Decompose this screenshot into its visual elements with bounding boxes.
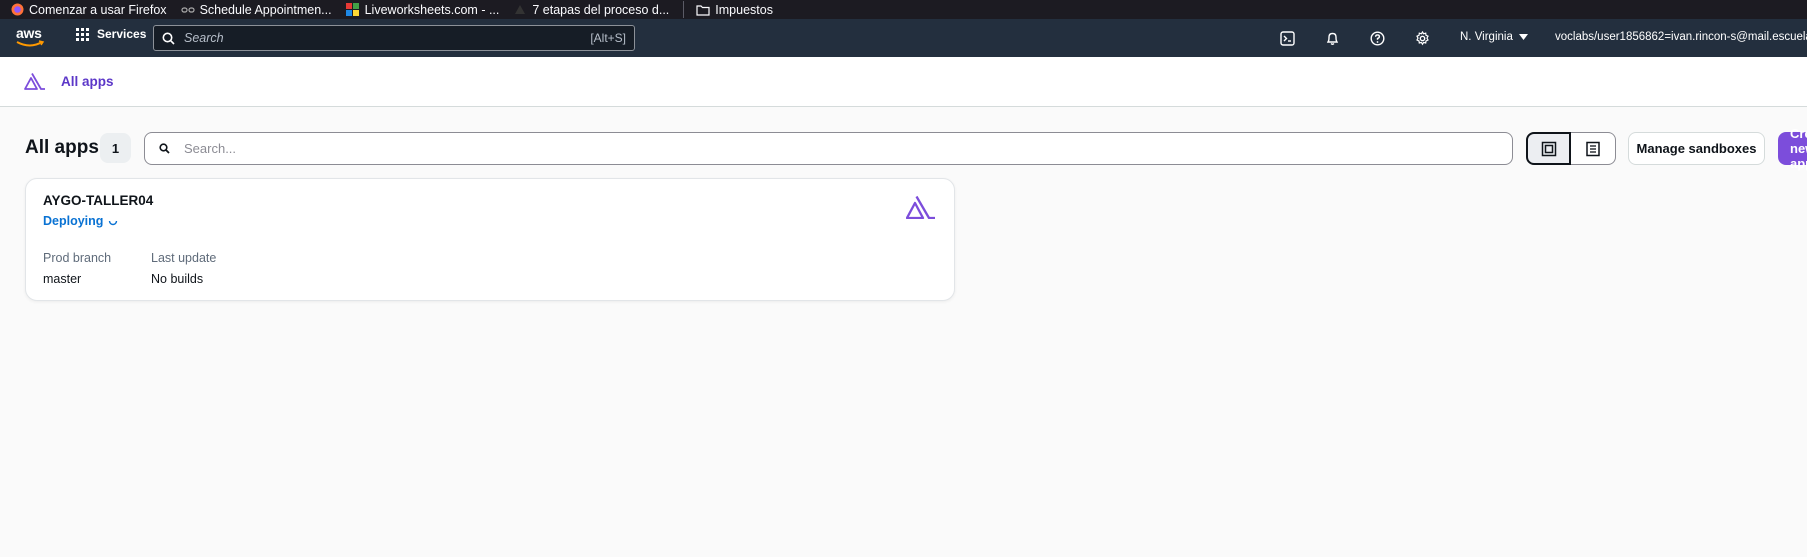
bookmarks-toolbar: Comenzar a usar Firefox Schedule Appoint…: [0, 0, 1807, 19]
search-shortcut: [Alt+S]: [590, 31, 626, 45]
aws-logo[interactable]: aws: [16, 25, 46, 49]
app-search-placeholder: Search...: [184, 141, 237, 156]
search-icon: [162, 32, 175, 45]
services-label: Services: [97, 27, 147, 41]
aws-smile-icon: [16, 40, 45, 47]
folder-icon: [696, 3, 710, 17]
liveworksheets-icon: [346, 3, 360, 17]
page-title: All apps: [25, 137, 99, 158]
bookmark-label: Impuestos: [715, 2, 773, 17]
app-name[interactable]: AYGO-TALLER04: [43, 193, 153, 208]
aws-logo-text: aws: [16, 25, 42, 41]
prod-branch-value: master: [43, 272, 82, 286]
bookmark-folder-impuestos[interactable]: Impuestos: [696, 3, 773, 17]
view-toggle: [1526, 132, 1616, 165]
last-update-label: Last update: [151, 251, 217, 265]
account-menu[interactable]: voclabs/user1856862=ivan.rincon-s@mail.e…: [1555, 31, 1807, 43]
bookmark-label: Schedule Appointmen...: [199, 2, 332, 17]
search-placeholder: Search: [184, 31, 224, 45]
page-icon: [513, 3, 527, 17]
breadcrumb-all-apps[interactable]: All apps: [61, 74, 114, 89]
last-update-value: No builds: [151, 272, 204, 286]
bookmark-etapas[interactable]: 7 etapas del proceso d...: [513, 3, 669, 17]
amplify-logo-icon[interactable]: [24, 72, 46, 90]
create-new-app-button[interactable]: Create new app: [1778, 126, 1807, 171]
account-label: voclabs/user1856862=ivan.rincon-s@mail.e…: [1555, 31, 1807, 43]
amplify-logo-icon: [906, 195, 935, 219]
app-card[interactable]: AYGO-TALLER04 Deploying Prod branch mast…: [25, 178, 955, 301]
card-view-button[interactable]: [1526, 132, 1571, 165]
bookmark-separator: [683, 1, 685, 18]
grid-icon: [76, 27, 89, 41]
help-icon[interactable]: [1368, 29, 1386, 47]
firefox-icon: [10, 3, 24, 17]
cloudshell-icon[interactable]: [1278, 29, 1296, 47]
bookmark-label: Comenzar a usar Firefox: [29, 2, 167, 17]
app-header: All apps: [0, 57, 1807, 107]
link-icon: [180, 3, 195, 17]
card-view-icon: [1541, 141, 1556, 156]
spinner-icon: [109, 220, 118, 226]
list-view-button[interactable]: [1571, 132, 1616, 165]
gear-icon[interactable]: [1413, 29, 1431, 47]
bookmark-label: Liveworksheets.com - ...: [364, 2, 500, 17]
region-label: N. Virginia: [1460, 31, 1513, 43]
region-selector[interactable]: N. Virginia: [1460, 31, 1528, 43]
prod-branch-label: Prod branch: [43, 251, 112, 265]
bookmark-schedule[interactable]: Schedule Appointmen...: [180, 2, 332, 17]
services-menu-button[interactable]: Services: [76, 27, 146, 41]
app-search-input[interactable]: Search...: [144, 132, 1513, 165]
bookmark-liveworksheets[interactable]: Liveworksheets.com - ...: [346, 2, 500, 17]
last-update-field: Last update No builds: [151, 251, 216, 286]
app-count-badge: 1: [100, 133, 131, 163]
prod-branch-field: Prod branch master: [43, 251, 111, 286]
caret-down-icon: [1518, 34, 1528, 40]
app-status-label: Deploying: [43, 214, 104, 228]
manage-sandboxes-button[interactable]: Manage sandboxes: [1628, 132, 1765, 165]
bookmark-label: 7 etapas del proceso d...: [532, 2, 670, 17]
bell-icon[interactable]: [1323, 29, 1341, 47]
global-search-input[interactable]: Search [Alt+S]: [153, 25, 635, 51]
aws-top-nav: aws Services Search [Alt+S] N. Virginia …: [0, 19, 1807, 57]
list-view-icon: [1586, 141, 1600, 156]
bookmark-firefox[interactable]: Comenzar a usar Firefox: [10, 3, 167, 17]
search-icon: [159, 143, 170, 154]
app-status: Deploying: [43, 214, 118, 228]
